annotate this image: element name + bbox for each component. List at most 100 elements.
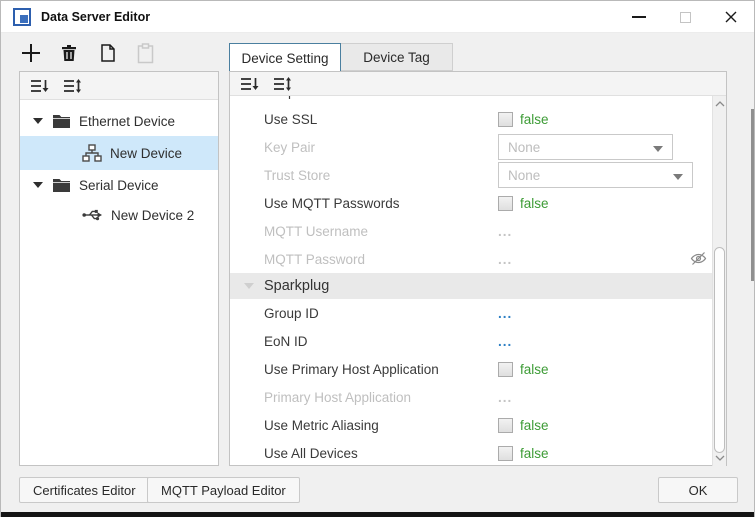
copy-icon bbox=[97, 43, 117, 63]
property-panel-header bbox=[230, 72, 726, 96]
property-label: Key Pair bbox=[264, 140, 498, 155]
property-row-trust-store: Trust Store None bbox=[230, 161, 713, 189]
expander-icon[interactable] bbox=[33, 182, 43, 188]
usb-icon bbox=[82, 207, 103, 223]
device-tree-panel: Ethernet Device New Device Serial Device Ne… bbox=[19, 71, 219, 466]
checkbox-value: false bbox=[520, 362, 549, 377]
window-title: Data Server Editor bbox=[41, 10, 150, 24]
minimize-button[interactable] bbox=[616, 1, 662, 33]
property-label: Keep Alive bbox=[264, 96, 498, 99]
checkbox-value: false bbox=[520, 418, 549, 433]
property-label: Use All Devices bbox=[264, 446, 498, 461]
property-label: Group ID bbox=[264, 306, 498, 321]
copy-button[interactable] bbox=[93, 39, 121, 67]
scrollbar-thumb[interactable] bbox=[714, 247, 725, 453]
vertical-scrollbar[interactable] bbox=[712, 96, 726, 466]
property-value: ... bbox=[498, 252, 512, 267]
sort-updown-icon bbox=[273, 76, 292, 92]
checkbox-value: false bbox=[520, 446, 549, 461]
eye-off-icon[interactable] bbox=[690, 251, 707, 271]
property-row-keep-alive: Keep Alive60 bbox=[230, 96, 713, 105]
sort-descending-icon bbox=[30, 78, 49, 94]
property-label: MQTT Password bbox=[264, 252, 498, 267]
dropdown-value: None bbox=[508, 140, 540, 155]
property-label: MQTT Username bbox=[264, 224, 498, 239]
window-edge-shadow bbox=[751, 109, 754, 281]
property-row-mqtt-password: MQTT Password... bbox=[230, 245, 713, 273]
sort-updown-icon bbox=[63, 78, 82, 94]
dropdown-trust-store: None bbox=[498, 162, 693, 188]
certificates-editor-button[interactable]: Certificates Editor bbox=[19, 477, 150, 503]
minimize-icon bbox=[632, 16, 646, 18]
property-label: Use Metric Aliasing bbox=[264, 418, 498, 433]
device-setting-panel: Keep Alive60Use SSLfalseKey PairNoneTrus… bbox=[229, 71, 727, 466]
plus-icon bbox=[20, 42, 42, 64]
tab-device-setting[interactable]: Device Setting bbox=[229, 43, 341, 72]
scroll-down-button[interactable] bbox=[713, 450, 727, 466]
property-label: Trust Store bbox=[264, 168, 498, 183]
tree-device-new-device-2[interactable]: New Device 2 bbox=[20, 200, 218, 230]
property-list: Keep Alive60Use SSLfalseKey PairNoneTrus… bbox=[230, 96, 713, 466]
close-button[interactable] bbox=[708, 1, 754, 33]
property-row-key-pair: Key Pair None bbox=[230, 133, 713, 161]
expander-icon[interactable] bbox=[33, 118, 43, 124]
delete-button[interactable] bbox=[55, 39, 83, 67]
property-row-use-metric-aliasing: Use Metric Aliasing false bbox=[230, 411, 713, 439]
chevron-up-icon bbox=[715, 101, 725, 107]
maximize-icon bbox=[680, 12, 691, 23]
property-row-primary-host-application: Primary Host Application... bbox=[230, 383, 713, 411]
mqtt-payload-editor-button[interactable]: MQTT Payload Editor bbox=[147, 477, 300, 503]
checkbox-value: false bbox=[520, 196, 549, 211]
app-logo-icon bbox=[13, 8, 31, 26]
property-row-mqtt-username: MQTT Username... bbox=[230, 217, 713, 245]
sort-descending-button[interactable] bbox=[30, 78, 49, 94]
property-row-use-all-devices: Use All Devices false bbox=[230, 439, 713, 466]
paste-icon bbox=[136, 43, 155, 64]
title-bar: Data Server Editor bbox=[1, 1, 754, 33]
property-value[interactable]: ... bbox=[498, 334, 512, 349]
property-label: Use MQTT Passwords bbox=[264, 196, 498, 211]
property-label: Use SSL bbox=[264, 112, 498, 127]
checkbox-use-primary-host-application[interactable] bbox=[498, 362, 513, 377]
triangle-down-icon bbox=[33, 118, 43, 124]
checkbox-use-all-devices[interactable] bbox=[498, 446, 513, 461]
chevron-down-icon bbox=[715, 455, 725, 461]
property-label: Use Primary Host Application bbox=[264, 362, 498, 377]
add-button[interactable] bbox=[17, 39, 45, 67]
sort-descending-button[interactable] bbox=[240, 76, 259, 92]
checkbox-use-mqtt-passwords[interactable] bbox=[498, 196, 513, 211]
tree-device-label: New Device bbox=[110, 146, 182, 161]
checkbox-use-ssl[interactable] bbox=[498, 112, 513, 127]
dropdown-key-pair: None bbox=[498, 134, 673, 160]
trash-icon bbox=[59, 43, 79, 63]
ok-button[interactable]: OK bbox=[658, 477, 738, 503]
sort-updown-button[interactable] bbox=[63, 78, 82, 94]
property-value[interactable]: ... bbox=[498, 306, 512, 321]
property-label: Primary Host Application bbox=[264, 390, 498, 405]
tab-device-tag[interactable]: Device Tag bbox=[341, 43, 453, 71]
section-label: Sparkplug bbox=[264, 278, 329, 294]
tree-folder-serial-device[interactable]: Serial Device bbox=[20, 170, 218, 200]
property-row-group-id: Group ID... bbox=[230, 299, 713, 327]
tab-bar: Device Setting Device Tag bbox=[229, 43, 453, 72]
close-icon bbox=[724, 10, 738, 24]
checkbox-use-metric-aliasing[interactable] bbox=[498, 418, 513, 433]
tree-device-new-device[interactable]: New Device bbox=[20, 136, 218, 170]
property-value[interactable]: 60 bbox=[498, 96, 513, 99]
scroll-up-button[interactable] bbox=[713, 96, 727, 112]
tree-panel-header bbox=[20, 72, 218, 100]
folder-icon bbox=[52, 177, 71, 193]
network-icon bbox=[82, 144, 102, 162]
tree-folder-label: Serial Device bbox=[79, 178, 159, 193]
checkbox-value: false bbox=[520, 112, 549, 127]
tree-device-label: New Device 2 bbox=[111, 208, 194, 223]
sort-descending-icon bbox=[240, 76, 259, 92]
tree-folder-ethernet-device[interactable]: Ethernet Device bbox=[20, 106, 218, 136]
maximize-button[interactable] bbox=[662, 1, 708, 33]
sort-updown-button[interactable] bbox=[273, 76, 292, 92]
triangle-down-icon bbox=[33, 182, 43, 188]
main-toolbar bbox=[17, 39, 159, 67]
section-header-sparkplug[interactable]: Sparkplug bbox=[230, 273, 713, 299]
property-value: ... bbox=[498, 224, 512, 239]
dropdown-value: None bbox=[508, 168, 540, 183]
